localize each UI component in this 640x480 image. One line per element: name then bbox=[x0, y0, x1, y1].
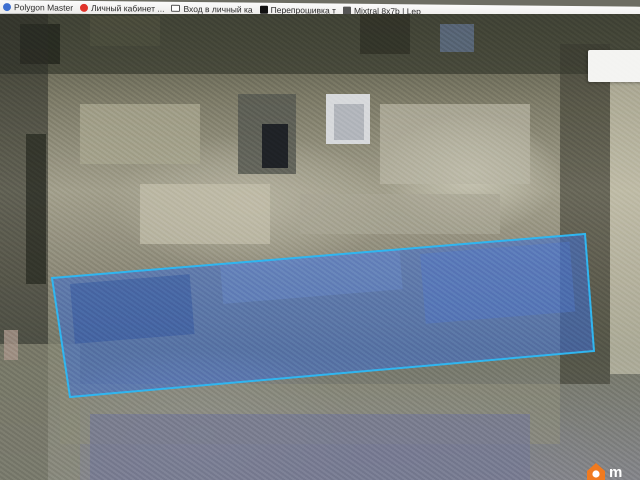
polygon-master-icon bbox=[3, 2, 11, 11]
bookmark-label: Личный кабинет ... bbox=[91, 2, 165, 14]
tree-cluster bbox=[90, 16, 160, 46]
satellite-map[interactable]: m bbox=[0, 14, 640, 480]
bookmark-lichnyi-kabinet[interactable]: Личный кабинет ... bbox=[77, 1, 168, 15]
yard-patch bbox=[140, 184, 270, 244]
rooftop bbox=[440, 24, 474, 52]
highlighted-parcel[interactable] bbox=[50, 232, 596, 399]
tree-shadow bbox=[26, 134, 46, 284]
parcel-texture bbox=[420, 241, 576, 324]
road bbox=[90, 414, 530, 480]
tree-cluster bbox=[360, 14, 410, 54]
home-logo-icon bbox=[587, 463, 605, 480]
bookmark-label: Polygon Master bbox=[14, 1, 74, 13]
small-object bbox=[4, 330, 18, 360]
building-roof-detail bbox=[334, 104, 364, 140]
yard-patch bbox=[300, 194, 500, 234]
bookmark-label: Вход в личный ка bbox=[183, 3, 253, 15]
black-square-icon bbox=[259, 5, 268, 14]
yard-patch bbox=[80, 104, 200, 164]
watermark-text: m bbox=[609, 463, 623, 480]
watermark: m bbox=[586, 462, 623, 480]
parcel-texture bbox=[69, 274, 195, 344]
building-shadow bbox=[262, 124, 288, 168]
clearing bbox=[610, 54, 640, 374]
yard-patch bbox=[380, 104, 530, 184]
map-imagery bbox=[0, 14, 640, 480]
bookmark-polygon-master[interactable]: Polygon Master bbox=[0, 0, 77, 14]
red-circle-icon bbox=[80, 3, 89, 12]
mail-icon bbox=[171, 4, 181, 12]
mixtral-icon bbox=[342, 6, 351, 15]
map-side-panel[interactable] bbox=[588, 50, 640, 82]
